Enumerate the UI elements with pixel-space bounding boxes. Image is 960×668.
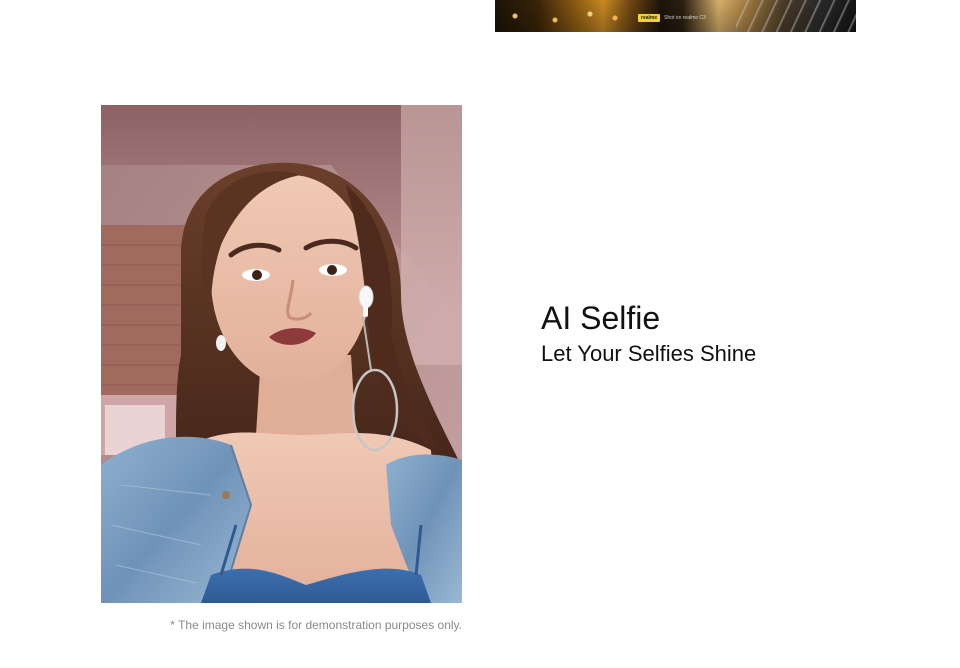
watermark-brand: realme [638, 14, 661, 22]
city-lights [495, 6, 635, 26]
photo-watermark: realme Shot on realme C3 [638, 14, 706, 22]
model-photo [101, 105, 462, 603]
feature-subtitle: Let Your Selfies Shine [541, 341, 757, 366]
image-disclaimer: * The image shown is for demonstration p… [170, 618, 462, 632]
bridge-railing [736, 0, 856, 32]
watermark-text: Shot on realme C3 [664, 15, 706, 21]
top-photo-strip: realme Shot on realme C3 [495, 0, 856, 32]
feature-title: AI Selfie [541, 300, 661, 336]
